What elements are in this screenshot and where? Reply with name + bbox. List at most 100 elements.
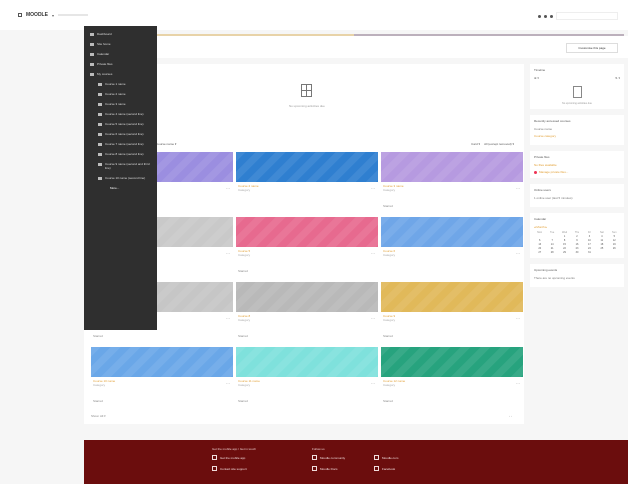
calendar-day[interactable]: 11 (596, 239, 607, 242)
calendar-day[interactable]: 31 (584, 251, 595, 254)
sidebar-item[interactable]: Course 2 name (98, 92, 151, 96)
course-card[interactable]: Course 3 name Category ⋯ Starred (381, 152, 523, 217)
notification-icon[interactable] (538, 14, 541, 18)
course-card[interactable]: Course 2 name Category ⋯ (236, 152, 378, 217)
course-actions-menu-icon[interactable]: ⋯ (371, 316, 375, 321)
timeline-filter-dropdown[interactable]: ⊕ ▾ (534, 76, 539, 80)
calendar-day[interactable]: 21 (546, 247, 557, 250)
calendar-day[interactable]: 3 (584, 235, 595, 238)
course-actions-menu-icon[interactable]: ⋯ (371, 251, 375, 256)
calendar-day[interactable]: 2 (571, 235, 582, 238)
footer-link[interactable]: Get the mobile app (212, 455, 256, 460)
calendar-day[interactable]: 19 (609, 243, 620, 246)
calendar-day[interactable]: 28 (546, 251, 557, 254)
course-title-link[interactable]: Course 10 name (93, 379, 193, 383)
calendar-day[interactable]: 30 (571, 251, 582, 254)
course-banner-image[interactable] (381, 282, 523, 312)
course-banner-image[interactable] (236, 282, 378, 312)
recent-course-name[interactable]: Course name (534, 127, 620, 131)
course-filter-dropdown[interactable]: All (except removed) ▾ (484, 142, 514, 146)
menu-icon[interactable] (18, 13, 22, 17)
timeline-sort-dropdown[interactable]: ⇅ ▾ (615, 76, 620, 80)
footer-link[interactable]: Facebook (374, 466, 398, 471)
course-actions-menu-icon[interactable]: ⋯ (516, 186, 520, 191)
course-actions-menu-icon[interactable]: ⋯ (516, 381, 520, 386)
calendar-day[interactable]: 14 (546, 243, 557, 246)
private-files-link[interactable]: No files available (534, 163, 620, 167)
sidebar-item[interactable]: Course 3 name (98, 102, 151, 106)
sidebar-item[interactable]: Private files (90, 62, 151, 66)
course-sort-dropdown[interactable]: Course name ▾ (156, 142, 176, 146)
footer-link-label[interactable]: Moodle.com (382, 456, 398, 460)
course-title-link[interactable]: Course 8 (238, 314, 338, 318)
course-actions-menu-icon[interactable]: ⋯ (226, 316, 230, 321)
course-card[interactable]: Course 6 Category ⋯ (381, 217, 523, 282)
course-title-link[interactable]: Course 6 (383, 249, 483, 253)
calendar-day[interactable]: 12 (609, 239, 620, 242)
footer-link-label[interactable]: Get the mobile app (220, 456, 245, 460)
course-actions-menu-icon[interactable]: ⋯ (226, 251, 230, 256)
calendar-day[interactable]: 10 (584, 239, 595, 242)
calendar-day[interactable]: 17 (584, 243, 595, 246)
course-actions-menu-icon[interactable]: ⋯ (371, 381, 375, 386)
footer-link-label[interactable]: Moodle community (320, 456, 345, 460)
course-actions-menu-icon[interactable]: ⋯ (516, 316, 520, 321)
course-view-dropdown[interactable]: Card ▾ (471, 142, 480, 146)
manage-files-row[interactable]: Manage private files... (534, 170, 620, 174)
course-banner-image[interactable] (381, 217, 523, 247)
course-banner-image[interactable] (236, 217, 378, 247)
pagination-select[interactable]: Show: All ▾ (91, 414, 106, 418)
footer-link[interactable]: Moodle community (312, 455, 345, 460)
course-banner-image[interactable] (236, 152, 378, 182)
calendar-day[interactable]: 13 (534, 243, 545, 246)
calendar-day[interactable]: 15 (559, 243, 570, 246)
footer-link-label[interactable]: Contact site support (220, 467, 247, 471)
course-card[interactable]: Course 9 Category ⋯ Starred (381, 282, 523, 347)
sidebar-item[interactable]: My courses (90, 72, 151, 76)
course-card[interactable]: Course 11 name Category ⋯ Starred (236, 347, 378, 412)
brand-chevron-down-icon[interactable]: ▾ (52, 13, 54, 18)
sidebar-item[interactable]: Course 9 name (second and third line) (98, 162, 151, 170)
settings-icon[interactable] (550, 14, 553, 18)
course-banner-image[interactable] (236, 347, 378, 377)
calendar-day[interactable]: 26 (609, 247, 620, 250)
calendar-month-nav[interactable]: ◂ Month ▸ (534, 225, 547, 229)
calendar-day[interactable]: 20 (534, 247, 545, 250)
user-avatar-menu[interactable] (556, 12, 618, 20)
calendar-day[interactable]: 5 (609, 235, 620, 238)
calendar-day[interactable]: 7 (546, 239, 557, 242)
brand-name[interactable]: MOODLE (26, 12, 48, 18)
sidebar-item[interactable]: Course 1 name (98, 82, 151, 86)
calendar-day[interactable]: 23 (571, 247, 582, 250)
course-title-link[interactable]: Course 2 name (238, 184, 338, 188)
course-card[interactable]: Course 12 name Category ⋯ Starred (381, 347, 523, 412)
footer-link[interactable]: Moodle.com (374, 455, 398, 460)
sidebar-item[interactable]: Course 6 name (second line) (98, 132, 151, 136)
sidebar-item[interactable]: Dashboard (90, 32, 151, 36)
course-banner-image[interactable] (381, 347, 523, 377)
course-title-link[interactable]: Course 11 name (238, 379, 338, 383)
sidebar-item[interactable]: Course 10 name (second line) (98, 176, 151, 180)
calendar-day[interactable]: 24 (584, 247, 595, 250)
manage-files-link[interactable]: Manage private files... (539, 170, 568, 174)
course-card[interactable]: Course 5 Category ⋯ Starred (236, 217, 378, 282)
calendar-day[interactable]: 1 (559, 235, 570, 238)
course-title-link[interactable]: Course 9 (383, 314, 483, 318)
calendar-day[interactable]: 25 (596, 247, 607, 250)
pager-arrows[interactable]: ‹ › (509, 414, 512, 418)
course-actions-menu-icon[interactable]: ⋯ (226, 186, 230, 191)
footer-link[interactable]: Moodle Docs (312, 466, 345, 471)
recent-course-category[interactable]: Course category (534, 134, 620, 138)
sidebar-item[interactable]: Course 4 name (second line) (98, 112, 151, 116)
calendar-day[interactable]: 27 (534, 251, 545, 254)
customise-page-button[interactable]: Customise this page (566, 43, 618, 53)
calendar-day[interactable]: 29 (559, 251, 570, 254)
calendar-day[interactable]: 9 (571, 239, 582, 242)
sidebar-item[interactable]: Course 8 name (second line) (98, 152, 151, 156)
course-title-link[interactable]: Course 12 name (383, 379, 483, 383)
calendar-day[interactable]: 6 (534, 239, 545, 242)
sidebar-item[interactable]: Calendar (90, 52, 151, 56)
course-banner-image[interactable] (91, 347, 233, 377)
course-actions-menu-icon[interactable]: ⋯ (516, 251, 520, 256)
course-banner-image[interactable] (381, 152, 523, 182)
